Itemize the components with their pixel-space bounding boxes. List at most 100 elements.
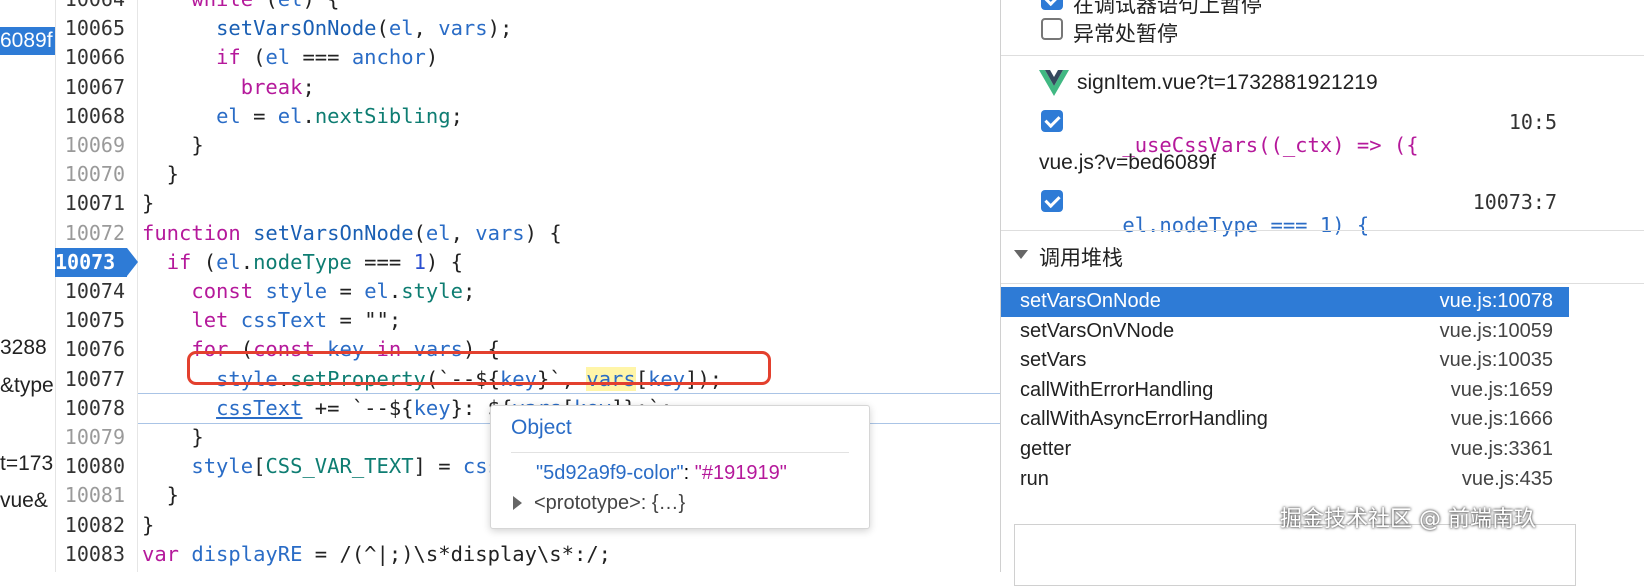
line-number-gutter[interactable]: 1006410065100661006710068100691007010071… bbox=[55, 0, 138, 572]
code-token: 1 bbox=[413, 249, 426, 274]
frame-function-name: setVarsOnVNode bbox=[1020, 319, 1175, 342]
callstack-header[interactable]: 调用堆栈 bbox=[1001, 236, 1644, 276]
callstack-frame[interactable]: setVarsOnVNode vue.js:10059 bbox=[1001, 317, 1569, 347]
breakpoint-enabled-checkbox[interactable] bbox=[1041, 190, 1063, 212]
line-number[interactable]: 10068 bbox=[55, 102, 137, 131]
code-line[interactable]: } bbox=[142, 481, 179, 510]
code-line[interactable]: } bbox=[142, 131, 203, 160]
code-line[interactable]: while (el) { bbox=[142, 0, 339, 14]
line-number[interactable]: 10077 bbox=[55, 365, 137, 394]
callstack-frame[interactable]: callWithAsyncErrorHandling vue.js:1666 bbox=[1001, 405, 1569, 435]
code-line[interactable]: let cssText = ""; bbox=[142, 306, 401, 335]
property-colon: : bbox=[683, 462, 695, 484]
line-number[interactable]: 10078 bbox=[55, 394, 137, 423]
pause-on-debugger-checkbox[interactable] bbox=[1041, 0, 1063, 10]
code-token: el bbox=[265, 45, 291, 70]
file-list-item[interactable]: vue& bbox=[0, 489, 48, 513]
line-number[interactable]: 10071 bbox=[55, 189, 137, 218]
code-token: el bbox=[216, 103, 241, 128]
expand-triangle-icon[interactable] bbox=[513, 496, 522, 510]
callstack-frame[interactable]: setVars vue.js:10035 bbox=[1001, 346, 1569, 376]
code-token: === bbox=[351, 249, 414, 274]
file-list-item[interactable]: 3288 bbox=[0, 336, 47, 360]
breakpoint-marker-icon[interactable] bbox=[127, 247, 138, 276]
code-line[interactable]: if (el.nodeType === 1) { bbox=[142, 248, 463, 277]
code-line[interactable]: } bbox=[142, 423, 203, 452]
object-property-row[interactable]: "5d92a9f9-color": "#191919" bbox=[536, 462, 787, 485]
line-number[interactable]: 10081 bbox=[55, 481, 137, 510]
prototype-label: <prototype>: {…} bbox=[534, 492, 686, 514]
property-key: "5d92a9f9-color" bbox=[536, 462, 684, 484]
code-line[interactable]: } bbox=[142, 511, 154, 540]
frame-location: vue.js:3361 bbox=[1450, 438, 1553, 460]
line-number[interactable]: 10067 bbox=[55, 73, 137, 102]
collapse-triangle-icon[interactable] bbox=[1014, 250, 1028, 259]
line-number[interactable]: 10070 bbox=[55, 160, 137, 189]
line-number[interactable]: 10080 bbox=[55, 452, 137, 481]
line-number[interactable]: 10082 bbox=[55, 511, 137, 540]
line-number[interactable]: 10064 bbox=[55, 0, 137, 14]
popup-title: Object bbox=[511, 416, 572, 439]
breakpoint-file-name[interactable]: signItem.vue?t=1732881921219 bbox=[1077, 71, 1378, 95]
code-line[interactable]: function setVarsOnNode(el, vars) { bbox=[142, 219, 562, 248]
callstack-title: 调用堆栈 bbox=[1039, 247, 1123, 270]
code-token: , bbox=[450, 220, 476, 245]
code-token: [ bbox=[253, 454, 266, 479]
callstack-frame-selected[interactable]: setVarsOnNode vue.js:10078 bbox=[1001, 287, 1569, 317]
callstack-frame[interactable]: run vue.js:435 bbox=[1001, 465, 1569, 495]
callstack-frame[interactable]: callWithErrorHandling vue.js:1659 bbox=[1001, 376, 1569, 406]
frame-location: vue.js:10035 bbox=[1439, 349, 1553, 372]
divider bbox=[1001, 230, 1644, 231]
vue-logo-icon bbox=[1039, 70, 1069, 96]
line-number[interactable]: 10076 bbox=[55, 335, 137, 364]
line-number[interactable]: 10066 bbox=[55, 43, 137, 72]
code-token: . bbox=[388, 279, 402, 303]
code-line[interactable]: } bbox=[142, 189, 154, 218]
code-line[interactable]: break; bbox=[142, 73, 315, 102]
code-line[interactable]: } bbox=[142, 160, 179, 189]
breakpoint-enabled-checkbox[interactable] bbox=[1041, 110, 1063, 132]
line-number[interactable]: 10072 bbox=[55, 219, 137, 248]
code-token: el bbox=[364, 279, 389, 303]
watermark-text: 掘金技术社区 @ 前端南玖 bbox=[1280, 507, 1536, 532]
code-token: nodeType bbox=[253, 249, 352, 274]
code-token: } bbox=[142, 162, 180, 187]
debugger-sidebar: 在调试器语句上暂停 异常处暂停 signItem.vue?t=173288192… bbox=[1000, 0, 1644, 572]
code-token: key bbox=[413, 395, 451, 420]
code-token: el bbox=[425, 220, 451, 245]
callstack-frame[interactable]: getter vue.js:3361 bbox=[1001, 435, 1569, 465]
code-line[interactable]: const style = el.style; bbox=[142, 277, 475, 306]
code-token: break bbox=[240, 74, 303, 99]
code-line[interactable]: if (el === anchor) bbox=[142, 43, 438, 72]
scopes-panel-edge bbox=[1014, 524, 1576, 586]
line-number[interactable]: 10075 bbox=[55, 306, 137, 335]
code-token: ) bbox=[425, 45, 439, 70]
popup-divider bbox=[511, 452, 849, 453]
code-token: el bbox=[278, 0, 303, 11]
code-line[interactable]: setVarsOnNode(el, vars); bbox=[142, 14, 512, 43]
code-line[interactable]: el = el.nextSibling; bbox=[142, 102, 463, 131]
line-number[interactable]: 10079 bbox=[55, 423, 137, 452]
line-number[interactable]: 10074 bbox=[55, 277, 137, 306]
code-token: style bbox=[401, 279, 463, 303]
line-number-breakpoint[interactable]: 10073 bbox=[55, 247, 127, 277]
line-number[interactable]: 10065 bbox=[55, 14, 137, 43]
line-number[interactable]: 10069 bbox=[55, 131, 137, 160]
breakpoint-file-name[interactable]: vue.js?v=bed6089f bbox=[1039, 151, 1216, 175]
file-list-item[interactable]: &type bbox=[0, 374, 54, 398]
line-number[interactable]: 10083 bbox=[55, 540, 137, 569]
file-list-item-selected[interactable]: 6089f bbox=[0, 27, 55, 55]
code-token: var bbox=[142, 541, 180, 566]
prototype-row[interactable]: <prototype>: {…} bbox=[513, 492, 685, 515]
code-line[interactable]: var displayRE = /(^|;)\s*display\s*:/; bbox=[142, 540, 611, 569]
file-list-item[interactable]: t=173 bbox=[0, 452, 53, 476]
code-token: ( bbox=[191, 249, 217, 274]
frame-function-name: setVarsOnNode bbox=[1020, 290, 1161, 312]
code-token: displayRE bbox=[191, 541, 303, 566]
pause-on-exceptions-checkbox[interactable] bbox=[1041, 18, 1063, 40]
